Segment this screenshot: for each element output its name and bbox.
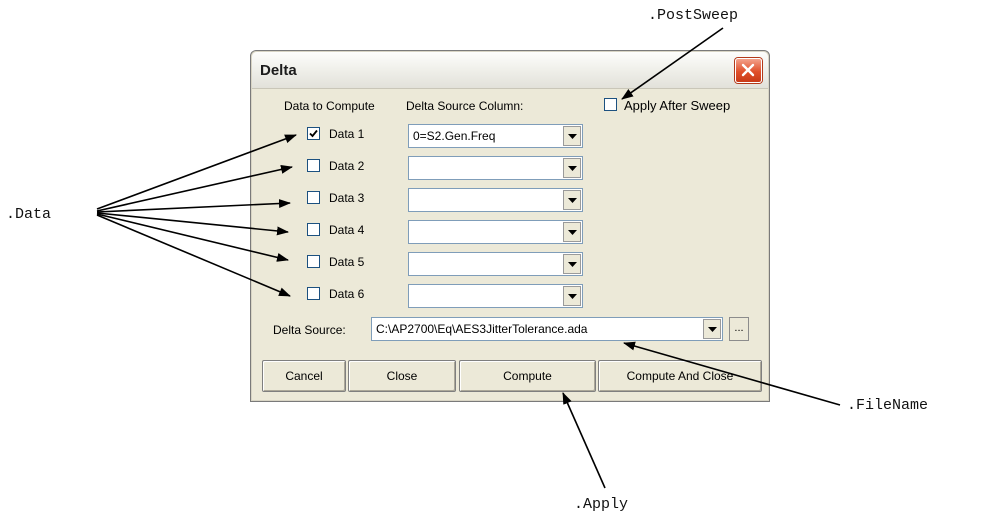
compute-button[interactable]: Compute xyxy=(459,360,596,392)
data-5-checkbox[interactable] xyxy=(307,255,320,268)
chevron-down-icon xyxy=(568,166,577,171)
data-3-checkbox[interactable] xyxy=(307,191,320,204)
chevron-down-icon xyxy=(568,198,577,203)
data-1-column-select[interactable]: 0=S2.Gen.Freq xyxy=(408,124,583,148)
data-5-dropdown-button[interactable] xyxy=(563,254,581,274)
annotation-apply: .Apply xyxy=(574,496,629,513)
data-3-column-select[interactable] xyxy=(408,188,583,212)
dialog-title: Delta xyxy=(260,62,297,79)
data-5-label: Data 5 xyxy=(329,255,365,269)
data-6-column-select[interactable] xyxy=(408,284,583,308)
data-1-checkbox[interactable] xyxy=(307,127,320,140)
data-4-checkbox[interactable] xyxy=(307,223,320,236)
annotation-filename: .FileName xyxy=(847,397,929,414)
chevron-down-icon xyxy=(568,262,577,267)
close-button[interactable]: Close xyxy=(348,360,456,392)
annotation-data: .Data xyxy=(6,206,52,223)
data-to-compute-label: Data to Compute xyxy=(284,99,375,113)
apply-after-sweep-label: Apply After Sweep xyxy=(624,98,731,113)
data-1-column-value: 0=S2.Gen.Freq xyxy=(413,129,496,143)
data-3-label: Data 3 xyxy=(329,191,365,205)
data-2-label: Data 2 xyxy=(329,159,365,173)
data-6-dropdown-button[interactable] xyxy=(563,286,581,306)
data-2-dropdown-button[interactable] xyxy=(563,158,581,178)
data-1-label: Data 1 xyxy=(329,127,365,141)
close-window-button[interactable] xyxy=(735,58,762,83)
delta-dialog: Delta Data to Compute Delta Source Colum… xyxy=(250,50,770,402)
close-icon xyxy=(741,63,755,77)
apply-after-sweep-checkbox[interactable] xyxy=(604,98,617,111)
title-bar: Delta xyxy=(252,52,768,89)
chevron-down-icon xyxy=(568,134,577,139)
delta-source-column-label: Delta Source Column: xyxy=(406,99,524,113)
data-4-label: Data 4 xyxy=(329,223,365,237)
data-6-label: Data 6 xyxy=(329,287,365,301)
data-6-checkbox[interactable] xyxy=(307,287,320,300)
data-5-column-select[interactable] xyxy=(408,252,583,276)
chevron-down-icon xyxy=(568,230,577,235)
delta-source-label: Delta Source: xyxy=(273,323,346,337)
delta-source-value: C:\AP2700\Eq\AES3JitterTolerance.ada xyxy=(376,322,588,336)
data-2-column-select[interactable] xyxy=(408,156,583,180)
data-4-column-select[interactable] xyxy=(408,220,583,244)
data-1-dropdown-button[interactable] xyxy=(563,126,581,146)
annotation-postsweep: .PostSweep xyxy=(648,7,739,24)
delta-source-select[interactable]: C:\AP2700\Eq\AES3JitterTolerance.ada xyxy=(371,317,723,341)
delta-source-dropdown-button[interactable] xyxy=(703,319,721,339)
chevron-down-icon xyxy=(708,327,717,332)
checkmark-icon xyxy=(309,129,318,138)
data-4-dropdown-button[interactable] xyxy=(563,222,581,242)
cancel-button[interactable]: Cancel xyxy=(262,360,346,392)
data-3-dropdown-button[interactable] xyxy=(563,190,581,210)
chevron-down-icon xyxy=(568,294,577,299)
arrow-apply xyxy=(562,392,606,489)
data-2-checkbox[interactable] xyxy=(307,159,320,172)
browse-button[interactable]: ... xyxy=(729,317,749,341)
compute-and-close-button[interactable]: Compute And Close xyxy=(598,360,762,392)
